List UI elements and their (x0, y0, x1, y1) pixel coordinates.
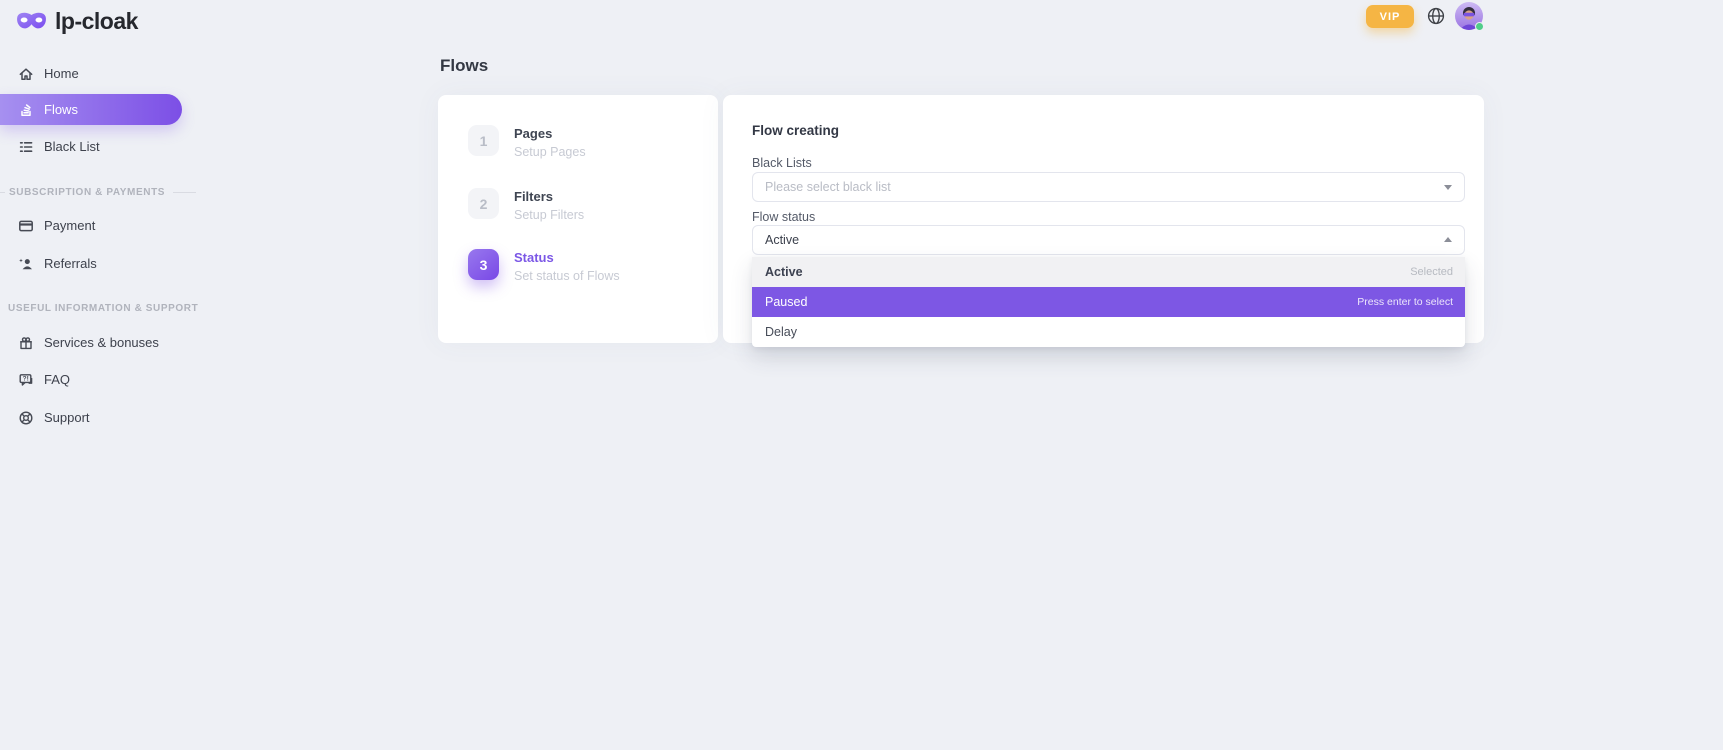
section-title: USEFUL INFORMATION & SUPPORT (8, 303, 198, 314)
flow-status-value: Active (765, 233, 799, 247)
option-hint: Selected (1410, 266, 1453, 278)
flow-creating-panel: Flow creating Black Lists Please select … (723, 95, 1484, 343)
section-divider-line (0, 192, 5, 193)
home-icon (18, 66, 34, 82)
sidebar-item-label: Home (44, 66, 79, 81)
sidebar-item-black-list[interactable]: Black List (0, 131, 200, 162)
sidebar-item-label: Services & bonuses (44, 335, 159, 350)
section-divider-line (173, 192, 196, 193)
chevron-up-icon (1444, 237, 1452, 242)
step-subtitle: Setup Filters (514, 208, 584, 222)
option-delay[interactable]: Delay (752, 317, 1465, 347)
chevron-down-icon (1444, 185, 1452, 190)
sidebar-item-label: Flows (44, 102, 78, 117)
step-filters[interactable]: 2 Filters Setup Filters (468, 188, 584, 222)
sidebar-item-label: Support (44, 410, 90, 425)
sidebar-section-subscription: SUBSCRIPTION & PAYMENTS (0, 187, 196, 198)
option-label: Delay (765, 325, 797, 339)
online-status-dot (1475, 22, 1484, 31)
svg-text:?!: ?! (23, 375, 29, 382)
black-lists-label: Black Lists (752, 156, 812, 170)
flow-status-dropdown: Active Selected Paused Press enter to se… (752, 257, 1465, 347)
option-hint: Press enter to select (1357, 296, 1453, 308)
sidebar-section-support: USEFUL INFORMATION & SUPPORT (8, 303, 204, 314)
credit-card-icon (18, 218, 34, 234)
sidebar-item-referrals[interactable]: Referrals (0, 248, 200, 279)
sidebar-item-label: Referrals (44, 256, 97, 271)
form-title: Flow creating (752, 123, 839, 138)
app-logo[interactable]: lp-cloak (15, 8, 138, 35)
gift-icon (18, 335, 34, 351)
sidebar-item-label: Payment (44, 218, 95, 233)
step-pages[interactable]: 1 Pages Setup Pages (468, 125, 586, 159)
step-title: Filters (514, 188, 584, 204)
sidebar-item-faq[interactable]: ?! FAQ (0, 364, 200, 395)
option-label: Active (765, 265, 803, 279)
app-title: lp-cloak (55, 8, 138, 35)
faq-chat-icon: ?! (18, 372, 34, 388)
sidebar-item-flows[interactable]: Flows (0, 94, 182, 125)
language-globe-icon[interactable] (1427, 7, 1445, 25)
step-number: 2 (468, 188, 499, 219)
sidebar-item-label: Black List (44, 139, 100, 154)
step-title: Pages (514, 125, 586, 141)
sidebar-item-payment[interactable]: Payment (0, 210, 200, 241)
sidebar-item-support[interactable]: Support (0, 402, 200, 433)
lifebuoy-icon (18, 410, 34, 426)
section-title: SUBSCRIPTION & PAYMENTS (9, 187, 165, 198)
step-title: Status (514, 249, 620, 265)
flows-stack-icon (18, 102, 34, 118)
option-paused[interactable]: Paused Press enter to select (752, 287, 1465, 317)
black-lists-select[interactable]: Please select black list (752, 172, 1465, 202)
list-icon (18, 139, 34, 155)
option-label: Paused (765, 295, 807, 309)
flow-status-label: Flow status (752, 210, 815, 224)
flow-status-select[interactable]: Active (752, 225, 1465, 255)
person-add-icon (18, 256, 34, 272)
stepper-card: 1 Pages Setup Pages 2 Filters Setup Filt… (438, 95, 718, 343)
mask-logo-icon (15, 10, 48, 34)
step-number: 3 (468, 249, 499, 280)
step-number: 1 (468, 125, 499, 156)
sidebar-item-label: FAQ (44, 372, 70, 387)
step-subtitle: Set status of Flows (514, 269, 620, 283)
sidebar-item-services[interactable]: Services & bonuses (0, 327, 200, 358)
page-title: Flows (440, 56, 488, 76)
step-status[interactable]: 3 Status Set status of Flows (468, 249, 620, 283)
black-lists-placeholder: Please select black list (765, 180, 891, 194)
vip-button[interactable]: VIP (1366, 5, 1414, 28)
sidebar-item-home[interactable]: Home (0, 58, 200, 89)
step-subtitle: Setup Pages (514, 145, 586, 159)
user-avatar[interactable] (1455, 2, 1483, 30)
option-active[interactable]: Active Selected (752, 257, 1465, 287)
